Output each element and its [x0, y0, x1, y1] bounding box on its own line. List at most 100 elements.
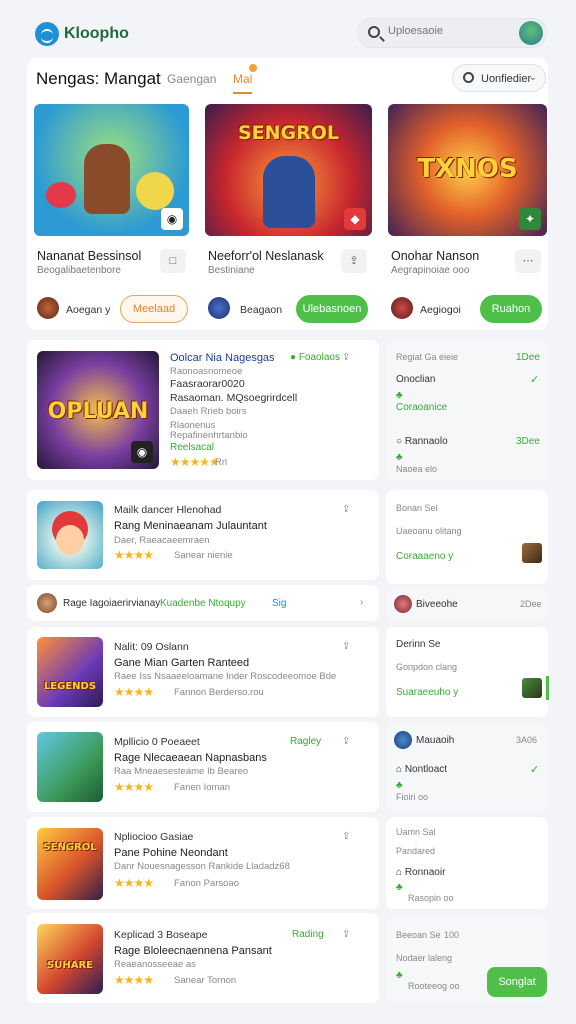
check-icon: ✓: [530, 764, 540, 776]
side-row: Pandared: [396, 846, 436, 856]
side-action-button[interactable]: Songlat: [487, 967, 547, 997]
tab-mal[interactable]: Mal: [233, 72, 253, 94]
highlight-line-1: Raonoasnomeoe: [170, 366, 243, 377]
cover-title-2: SENGROL: [237, 122, 340, 144]
game-cover-1[interactable]: ◉: [34, 104, 189, 236]
highlight-line-4: Daaeh Rrieb boirs: [170, 406, 247, 417]
featured-action-button-1[interactable]: Meelaad: [120, 295, 188, 323]
highlight-note-2: Reelsacal: [170, 442, 214, 453]
side-title: Derinn Se: [396, 639, 441, 650]
list-title: Keplicad 3 Boseape: [114, 929, 208, 941]
side-title: Bonan Sel: [396, 503, 438, 513]
list-cover-4[interactable]: SENGROL: [37, 828, 103, 900]
cover-title: SENGROL: [43, 842, 97, 853]
creator-name: Beagaon: [240, 304, 283, 316]
rating-stars: ★★★★: [114, 548, 154, 562]
rating-meta: Sanear nienie: [174, 550, 233, 561]
share-icon[interactable]: ⇪: [342, 831, 350, 842]
side-label: Rannaolo: [404, 436, 448, 447]
side-value: 100: [444, 930, 460, 940]
share-icon[interactable]: ⇪: [342, 504, 350, 515]
rating-meta: Fannon Berderso.rou: [174, 687, 264, 698]
side-row: Uaeoanu olitang: [396, 526, 462, 536]
share-icon[interactable]: ⇪: [342, 352, 350, 363]
side-row: Naoea elo: [396, 464, 438, 474]
bookmark-button[interactable]: □: [160, 249, 186, 273]
chevron-down-icon: ⌄: [528, 72, 537, 83]
side-row: ⌂ Nontloact: [396, 764, 448, 775]
featured-subtitle-3: Aegrapinoiae ooo: [391, 265, 470, 276]
list-cover-5[interactable]: SUHARE: [37, 924, 103, 994]
game-cover-2[interactable]: SENGROL ◆: [205, 104, 372, 236]
side-row: Gonpdon clang: [396, 662, 458, 672]
list-line: Gane Mian Garten Ranteed: [114, 657, 250, 669]
featured-action-button-3[interactable]: Ruahon: [480, 295, 542, 323]
rating-meta: Fanen Ioman: [174, 782, 230, 793]
list-line: Rang Meninaeanam Julauntant: [114, 520, 267, 532]
creator-avatar[interactable]: [391, 297, 413, 319]
side-row-label: Nontloact: [404, 764, 448, 775]
user-avatar[interactable]: [519, 21, 543, 45]
side-row2: Suaraeeuho y: [396, 687, 459, 698]
list-line: Rage Bloleecnaennena Pansant: [114, 945, 272, 957]
highlight-badge: ● Foaolaos: [290, 352, 340, 363]
side-title: ○ Rannaolo: [396, 436, 448, 447]
creator-name: Aoegan y: [66, 304, 111, 316]
banner-highlight: Kuadenbe Ntoqupy: [160, 598, 246, 609]
share-icon: ⇪: [349, 255, 359, 267]
leaf-icon: ♣: [396, 390, 403, 401]
side-avatar: [394, 595, 412, 613]
rating-stars: ★★★★: [114, 685, 154, 699]
app-logo[interactable]: [35, 22, 59, 46]
highlight-line-3: Rasaoman. MQsoegrirdcell: [170, 392, 298, 404]
share-icon[interactable]: ⇪: [342, 929, 350, 940]
search-icon: [368, 26, 380, 38]
creator-avatar[interactable]: [37, 297, 59, 319]
game-badge-icon: ✦: [519, 208, 541, 230]
cover-title: SUHARE: [47, 960, 93, 971]
featured-action-button-2[interactable]: Ulebasnoen: [296, 295, 368, 323]
chevron-right-icon[interactable]: ›: [360, 597, 363, 608]
rating-meta: Rrl: [215, 457, 228, 468]
list-cover-3[interactable]: [37, 732, 103, 802]
list-sub: Danr Nouesnagesson Rankide Lladadz68: [114, 861, 290, 872]
thumbnail[interactable]: [522, 678, 542, 698]
thumbnail[interactable]: [522, 543, 542, 563]
highlight-cover[interactable]: OPLUAN ◉: [37, 351, 159, 469]
share-icon[interactable]: ⇪: [342, 736, 350, 747]
leaf-icon: ♣: [396, 452, 403, 463]
list-line: Rage Nlecaeaean Napnasbans: [114, 752, 267, 764]
side-value: 3A06: [516, 735, 538, 745]
featured-subtitle-2: Bestiniane: [208, 265, 255, 276]
creator-avatar[interactable]: [208, 297, 230, 319]
highlight-title: Oolcar Nia Nagesgas: [170, 352, 275, 364]
share-icon[interactable]: ⇪: [342, 641, 350, 652]
rating-stars: ★★★★: [114, 876, 154, 890]
list-title: Nalit: 09 Oslann: [114, 641, 189, 653]
list-cover-1[interactable]: [37, 501, 103, 569]
leaf-icon: ♣: [396, 882, 403, 893]
search-input[interactable]: [388, 25, 508, 37]
side-row: Nodaer laleng: [396, 953, 453, 963]
share-button[interactable]: ⇪: [341, 249, 367, 273]
brand-name: Kloopho: [64, 25, 129, 42]
creator-name: Aegiogoi: [420, 304, 461, 316]
side-title: Biveeohe: [416, 599, 458, 610]
scroll-indicator[interactable]: [546, 676, 549, 700]
list-cover-2[interactable]: LEGENDS: [37, 637, 103, 707]
more-button[interactable]: ⋯: [515, 249, 541, 273]
list-sub: Raa Mneaesesteame Ib Beareo: [114, 766, 249, 777]
side-row: Onoclian: [396, 374, 436, 385]
tab-gaengan[interactable]: Gaengan: [167, 72, 216, 86]
list-badge: Ragley: [290, 736, 322, 747]
list-title: Mpllicio 0 Poeaeet: [114, 736, 200, 748]
list-sub: Daer, Raeacaeemraen: [114, 535, 210, 546]
featured-title-2: Neeforr'ol Neslanask: [208, 249, 324, 263]
list-title: Mailk dancer Hlenohad: [114, 504, 222, 516]
filter-dropdown[interactable]: Uonfiedier ⌄: [452, 64, 546, 92]
featured-title-3: Onohar Nanson: [391, 249, 480, 263]
check-icon: ✓: [530, 374, 540, 386]
side-row2: Coraaaeno y: [396, 551, 454, 562]
rating-stars: ★★★★★: [170, 455, 220, 469]
game-cover-3[interactable]: TXNOS ✦: [388, 104, 547, 236]
